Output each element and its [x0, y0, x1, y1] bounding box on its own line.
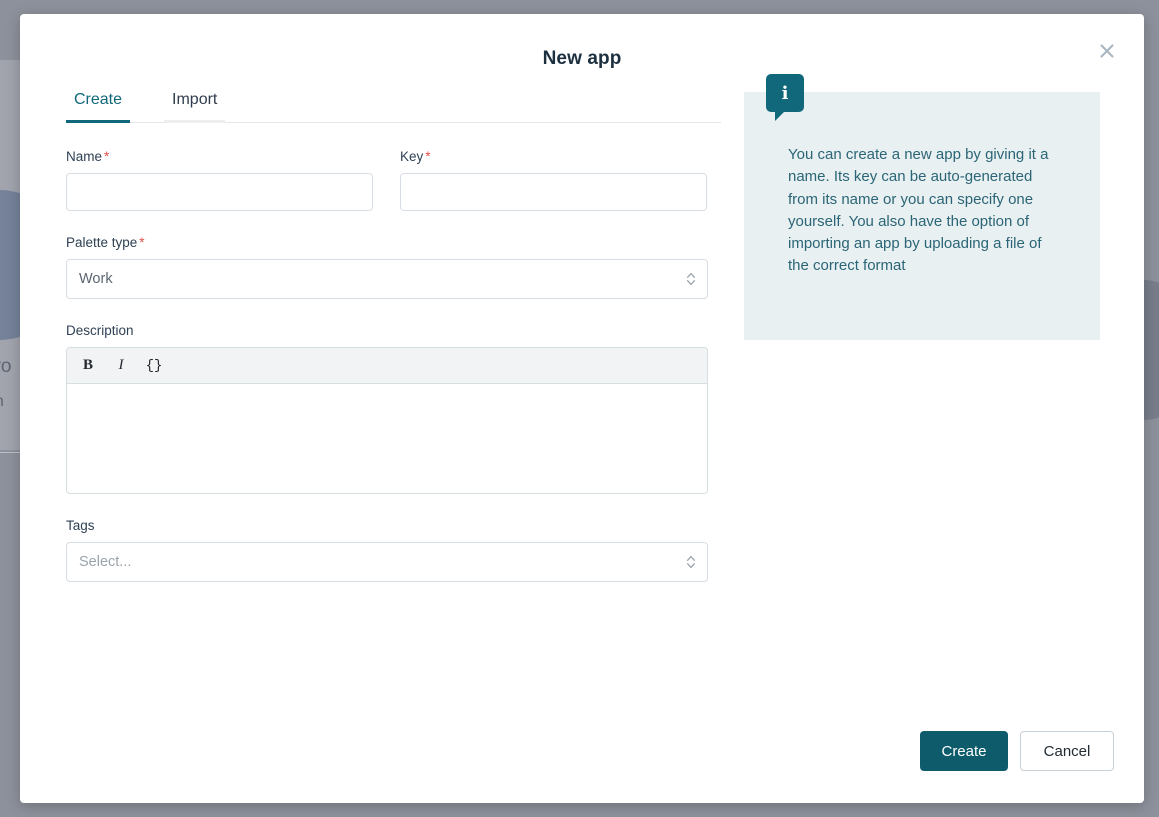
- tab-bar: Create Import: [66, 90, 721, 123]
- name-label-text: Name: [66, 149, 102, 164]
- palette-type-field-group: Palette type* Work: [66, 235, 708, 299]
- name-input[interactable]: [66, 173, 373, 211]
- editor-toolbar: B I {}: [67, 348, 707, 384]
- description-label: Description: [66, 323, 708, 338]
- background-text-primary: pro: [0, 356, 11, 378]
- name-key-row: Name* Key*: [66, 149, 720, 211]
- tab-create[interactable]: Create: [66, 91, 130, 123]
- tab-import[interactable]: Import: [164, 91, 225, 123]
- palette-type-label: Palette type*: [66, 235, 708, 250]
- palette-type-select-wrap: Work: [66, 259, 708, 299]
- key-field-group: Key*: [400, 149, 707, 211]
- cancel-button[interactable]: Cancel: [1020, 731, 1114, 771]
- name-field-group: Name*: [66, 149, 373, 211]
- tags-label: Tags: [66, 518, 708, 533]
- key-required-marker: *: [423, 149, 430, 164]
- dialog-body: Create Import Name* Key* Palette type* W…: [20, 70, 1144, 582]
- dialog-title: New app: [20, 14, 1144, 70]
- background-text-secondary: an: [0, 393, 4, 411]
- tags-select-wrap: Select...: [66, 542, 708, 582]
- palette-type-value: Work: [79, 271, 113, 287]
- italic-button[interactable]: I: [106, 353, 136, 379]
- close-icon[interactable]: [1092, 36, 1122, 66]
- palette-type-required-marker: *: [137, 235, 144, 250]
- info-icon: i: [766, 74, 804, 112]
- palette-type-label-text: Palette type: [66, 235, 137, 250]
- name-label: Name*: [66, 149, 373, 164]
- tags-placeholder: Select...: [79, 554, 131, 570]
- key-input[interactable]: [400, 173, 707, 211]
- info-column: i You can create a new app by giving it …: [720, 70, 1110, 582]
- code-button[interactable]: {}: [139, 353, 169, 379]
- key-label: Key*: [400, 149, 707, 164]
- name-required-marker: *: [102, 149, 109, 164]
- description-editor: B I {}: [66, 347, 708, 494]
- info-panel-text: You can create a new app by giving it a …: [788, 144, 1050, 278]
- form-column: Create Import Name* Key* Palette type* W…: [20, 70, 720, 582]
- dialog-footer: Create Cancel: [920, 731, 1114, 771]
- description-field-group: Description B I {}: [66, 323, 708, 494]
- description-textarea[interactable]: [67, 384, 707, 493]
- create-button[interactable]: Create: [920, 731, 1008, 771]
- info-panel: i You can create a new app by giving it …: [744, 92, 1100, 340]
- palette-type-select[interactable]: Work: [66, 259, 708, 299]
- new-app-dialog: New app Create Import Name* Key* Palette…: [20, 14, 1144, 803]
- tags-field-group: Tags Select...: [66, 518, 708, 582]
- tags-select[interactable]: Select...: [66, 542, 708, 582]
- bold-button[interactable]: B: [73, 353, 103, 379]
- key-label-text: Key: [400, 149, 423, 164]
